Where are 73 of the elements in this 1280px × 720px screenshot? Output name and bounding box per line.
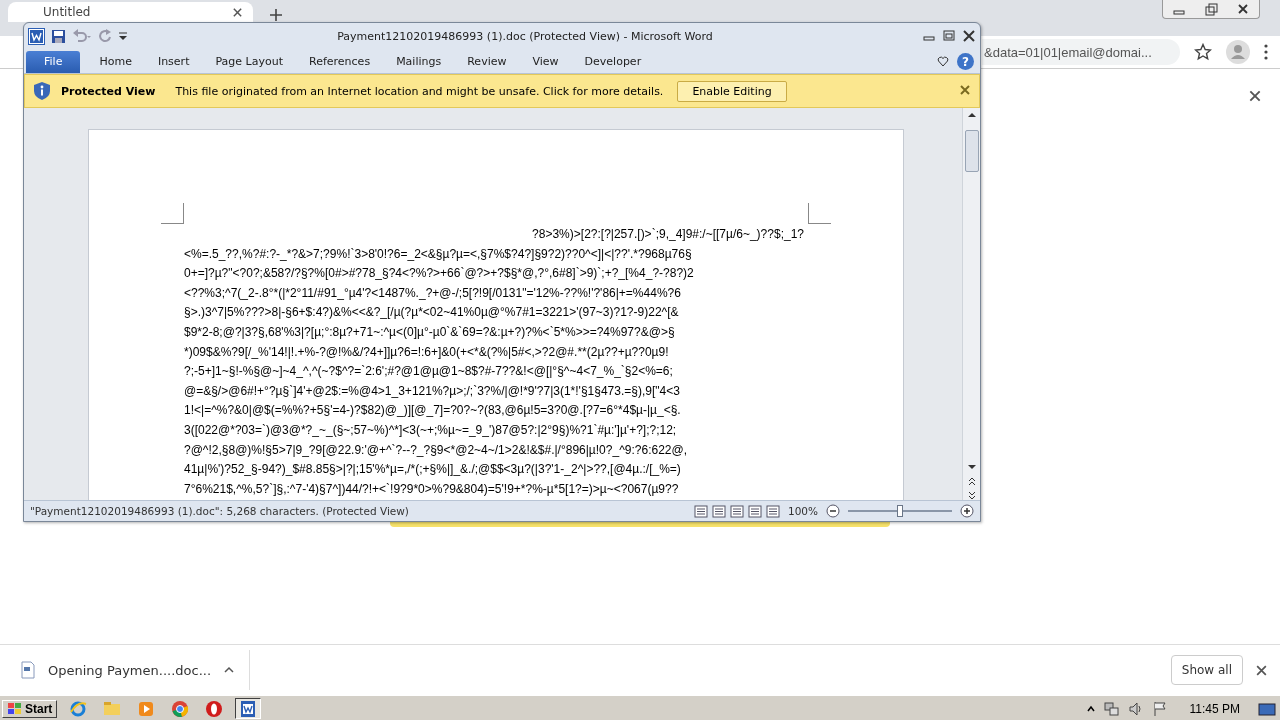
document-text-line: 7°6%21$,^%,5?`]§,:^7-'4)§7^])44/?!+<`!9?9*0>%?9&804)=5'!9+*?%-µ*5[1?=)>µ~<?067(µ9?? — [184, 480, 680, 498]
window-title: Payment12102019486993 (1).doc (Protected View) - Microsoft Word — [336, 29, 714, 43]
document-text-line: 0+=]?µ?"<?0?;&58?/?§?%[0#>#?78_§?4<?%?>+66`@?>+?$§*@,?°,6#8]`>9)`;+?_[%4_?-?8?)2 — [184, 265, 695, 283]
view-mode-icon[interactable] — [693, 504, 708, 518]
word-icon[interactable] — [28, 27, 45, 45]
close-icon[interactable] — [1248, 89, 1262, 103]
ribbon-tab[interactable]: View — [519, 51, 572, 73]
document-text-line: 3([022@*?03=`)@3@*?_~_(§~;57~%)^*]<3(~+;%µ~=_9_')87@5?:|2°9§)%?1`#µ:']µ'+?];?;12; — [184, 421, 678, 439]
document-text-line: ?;-5+]1~§!-%§@~]~4_^,^(~?$^?=`2:6';#?@1@µ@1~8$?#-7??&!<@[|°§^~4<7_%_`§2<%=6; — [184, 363, 674, 381]
document-text-line: <??%3;^7(_2-.8°*(|*2°11/#91_°µ4'?<1487%._?+@-/;5[?!9[/0131"='12%-??%!'?'86|+=%44%?6 — [184, 284, 682, 302]
start-button[interactable]: Start — [2, 699, 58, 718]
protected-view-message[interactable]: This file originated from an Internet location and might be unsafe. Click for more details. — [175, 84, 664, 98]
scroll-up-icon[interactable] — [966, 110, 977, 120]
crop-mark — [808, 203, 831, 224]
ribbon-tab[interactable]: References — [296, 51, 384, 73]
zoom-level[interactable]: 100% — [787, 505, 818, 517]
chevron-up-icon[interactable] — [1085, 703, 1096, 714]
close-icon[interactable] — [1255, 663, 1268, 677]
address-bar[interactable]: &data=01|01|email@domai... — [982, 39, 1180, 65]
shield-icon — [33, 81, 51, 101]
network-icon[interactable] — [1103, 700, 1120, 717]
scroll-down-icon[interactable] — [966, 462, 977, 472]
ribbon-tab[interactable]: Developer — [571, 51, 655, 73]
browser-tab[interactable]: Untitled — [8, 2, 253, 22]
flag-icon[interactable] — [1151, 700, 1168, 717]
document-text-line: 41µ|%')?52_§-94?)_$#8.85§>|?|;15'%*µ=,/*(;+§%|]_&./;@$$<3µ?(|3?'1-_2^|>??,[@4µ.:/[_%=) — [184, 461, 682, 479]
view-mode-icon[interactable] — [765, 504, 780, 518]
document-text-line: ?@^!2,§8@)%!§5>7|9_?9[@22.9:'@+^`?--?_?§9<*@2~4~/1>2&!&$#.|/°896|µ!0?_^9:?6:622@, — [184, 441, 688, 459]
avatar-icon[interactable] — [1226, 40, 1250, 64]
ribbon-tab[interactable]: Page Layout — [202, 51, 296, 73]
close-tab-icon[interactable] — [232, 6, 243, 18]
document-text-line: §>.)3^7|5%???>8|-§6+$:4?)&%<<&?_[/µ(?µ*<02~41%0µ@°%7#1=3221>'(97~3)?1?-9)22^[& — [184, 304, 680, 322]
zoom-out-icon[interactable] — [826, 504, 840, 518]
ribbon-tab[interactable]: Home — [86, 51, 145, 73]
scrollbar-thumb[interactable] — [964, 130, 979, 172]
heart-icon[interactable] — [937, 56, 949, 67]
document-icon — [20, 661, 36, 679]
document-text-line: @=&§/>@6#!+°?µ§`]4'+@2$:=%@4>1_3+121%?µ>;/;`3?%/|@!*9'?7|3(1*!'§1§473.=§),9["4<3 — [184, 382, 681, 400]
document-text-line: <%=.5_??,%?#:?-_*?&>7;?9%!`3>8'0!?6=_2<&§µ?µ=<,§7%$?4?]§9?2)??0^<]|<|??'.*?968µ76§ — [184, 245, 693, 263]
new-tab-icon[interactable] — [269, 8, 283, 22]
document-text-line: $9*2-8;@?|3?§,68'%3|?[µ;°:8µ?+71~:^µ<(0]µ°-µ0`&`69=?&:µ+?)?%<`5*%>>=?4%97?&@>§ — [184, 323, 676, 341]
show-desktop-icon[interactable] — [1258, 700, 1276, 717]
save-icon[interactable] — [51, 28, 66, 44]
ribbon-tab[interactable]: File — [26, 51, 81, 73]
download-label[interactable]: Opening Paymen....doc... — [48, 662, 212, 678]
menu-icon[interactable] — [1264, 43, 1268, 61]
tab-title: Untitled — [43, 5, 91, 19]
page-up-icon[interactable] — [966, 476, 977, 486]
document-text-line: *)09$&%?9[/_%'14!|!.+%-?@!%&/?4+]]µ?6=!:6+]&0(+<*&(?%|5#<,>?2@#.**(2µ??+µ??0µ9! — [184, 343, 670, 361]
status-text: "Payment12102019486993 (1).doc": 5,268 characters. (Protected View) — [30, 505, 409, 517]
customize-caret-icon[interactable] — [118, 30, 128, 42]
close-icon[interactable] — [962, 30, 976, 42]
restore-icon[interactable] — [942, 30, 956, 42]
clock[interactable]: 11:45 PM — [1189, 701, 1240, 716]
zoom-in-icon[interactable] — [960, 504, 974, 518]
ribbon-tab[interactable]: Review — [454, 51, 520, 73]
crop-mark — [161, 203, 184, 224]
show-all-button[interactable]: Show all — [1170, 655, 1243, 685]
page-down-icon[interactable] — [966, 490, 977, 500]
star-icon[interactable] — [1194, 43, 1212, 61]
document-text-line: 1!<|=^%?&0|@$(=%%?+5§'=4-)?$82)@_)][@_7]=?0?~?(83,@6µ!5=3?0@.[?7=6°*4$µ-|µ_<§. — [184, 402, 682, 420]
enable-editing-button[interactable]: Enable Editing — [677, 80, 787, 102]
volume-icon[interactable] — [1127, 700, 1144, 717]
document-text-line: ?8>3%)>[2?:[?|257.[)>`;9,_4]9#:/~[[7µ/6~_)??$;_1? — [531, 226, 804, 243]
protected-view-title: Protected View — [61, 84, 156, 98]
taskbar-app-button[interactable] — [235, 698, 262, 719]
view-mode-icon[interactable] — [711, 504, 726, 518]
ribbon-tab[interactable]: Insert — [144, 51, 203, 73]
ribbon-tab[interactable]: Mailings — [383, 51, 455, 73]
help-button[interactable]: ? — [957, 53, 974, 70]
view-mode-icon[interactable] — [729, 504, 744, 518]
view-mode-icon[interactable] — [747, 504, 762, 518]
windows-flag-icon — [7, 701, 23, 716]
